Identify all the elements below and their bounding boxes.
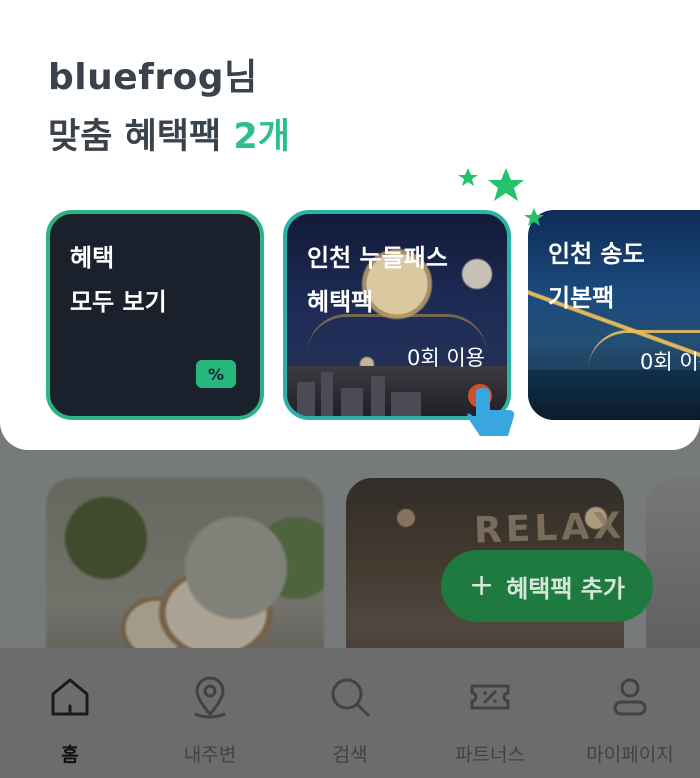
bottom-navigation: 홈 내주변 검색 파트너스 마이페이지: [0, 648, 700, 778]
card-title-line: 인천 누들패스: [307, 244, 448, 272]
tap-hand-icon: [467, 384, 515, 436]
nav-item-search[interactable]: 검색: [280, 648, 420, 778]
card-title-line: 모두 보기: [70, 288, 167, 316]
search-icon: [331, 678, 370, 717]
card-title: 인천 송도 기본팩: [548, 232, 645, 320]
plus-icon: +: [469, 568, 495, 603]
view-all-benefits-card[interactable]: 혜택 모두 보기 %: [46, 210, 264, 420]
nav-item-label: 검색: [332, 744, 368, 766]
home-icon: [51, 678, 89, 716]
person-icon: [613, 678, 647, 716]
night-river-image: [528, 370, 700, 420]
nav-item-nearby[interactable]: 내주변: [140, 648, 280, 778]
benefit-pack-count: 2개: [233, 117, 290, 157]
nav-item-partners[interactable]: 파트너스: [420, 648, 560, 778]
add-benefit-pack-label: 혜택팩 추가: [506, 574, 625, 603]
ticket-percent-icon: %: [196, 360, 236, 388]
nav-item-label: 내주변: [183, 744, 237, 766]
benefit-pack-card-incheon-songdo[interactable]: 인천 송도 기본팩 0회 이용: [528, 210, 700, 420]
card-title-line: 기본팩: [548, 284, 615, 312]
usage-count: 0회 이용: [640, 350, 700, 374]
benefit-pack-heading: 맞춤 혜택팩 2개: [48, 108, 290, 159]
add-benefit-pack-button[interactable]: + 혜택팩 추가: [441, 550, 653, 622]
card-title-line: 혜택: [70, 244, 115, 272]
ticket-percent-icon: [470, 684, 510, 710]
nav-item-label: 파트너스: [455, 744, 525, 766]
user-greeting: bluefrog님: [48, 57, 258, 98]
card-title-line: 혜택팩: [307, 288, 374, 316]
card-title-line: 인천 송도: [548, 240, 645, 268]
benefit-pack-panel: bluefrog님 맞춤 혜택팩 2개 혜택 모두 보기 % 인천 누들패스 혜…: [0, 0, 700, 450]
nav-item-label: 마이페이지: [586, 744, 674, 766]
card-title: 혜택 모두 보기: [70, 236, 167, 324]
benefit-pack-heading-text: 맞춤 혜택팩: [48, 117, 222, 157]
card-title: 인천 누들패스 혜택팩: [307, 236, 448, 324]
sparkle-stars-icon: [458, 168, 544, 226]
location-pin-icon: [194, 676, 226, 719]
usage-count: 0회 이용: [407, 346, 485, 370]
nav-item-mypage[interactable]: 마이페이지: [560, 648, 700, 778]
nav-item-home[interactable]: 홈: [0, 648, 140, 778]
nav-item-label: 홈: [61, 744, 79, 766]
cafe-sign-text: RELAX: [473, 505, 626, 552]
